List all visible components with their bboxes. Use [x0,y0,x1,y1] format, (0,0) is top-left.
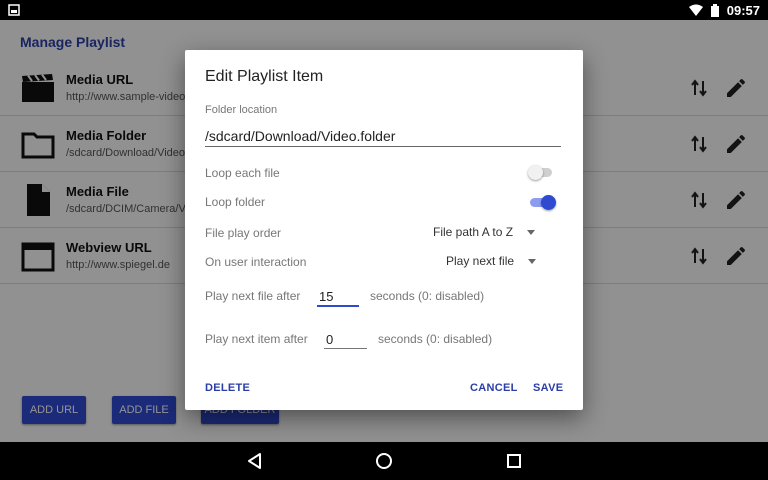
next-file-after-input[interactable] [317,287,359,307]
file-play-order-value: File path A to Z [433,225,514,239]
user-interaction-dropdown[interactable]: Play next file [446,254,537,268]
home-icon[interactable] [374,451,394,471]
delete-button[interactable]: DELETE [205,382,250,394]
wifi-icon [688,4,703,16]
next-item-after-label: Play next item after [205,332,308,346]
next-file-after-label: Play next file after [205,289,301,303]
clock: 09:57 [726,2,760,18]
recents-icon[interactable] [504,451,524,471]
file-play-order-label: File play order [205,226,282,240]
loop-each-file-toggle[interactable] [528,164,556,180]
folder-location-label: Folder location [205,104,278,116]
navigation-bar [0,442,768,480]
next-item-after-hint: seconds (0: disabled) [378,332,493,346]
loop-folder-label: Loop folder [205,195,266,209]
dialog-title: Edit Playlist Item [205,68,324,85]
save-button[interactable]: SAVE [533,382,563,394]
screenshot-notification-icon [8,4,20,16]
next-item-after-input[interactable] [324,330,367,349]
user-interaction-value: Play next file [446,254,515,268]
back-icon[interactable] [245,451,265,471]
dropdown-arrow-icon [528,258,537,264]
loop-folder-toggle[interactable] [528,194,556,210]
battery-icon [710,3,719,17]
file-play-order-dropdown[interactable]: File path A to Z [433,225,536,239]
cancel-button[interactable]: CANCEL [470,382,518,394]
user-interaction-label: On user interaction [205,255,307,269]
status-bar: 09:57 [0,0,768,20]
dropdown-arrow-icon [527,229,536,235]
edit-playlist-item-dialog: Edit Playlist Item Folder location Loop … [185,50,583,410]
folder-location-input[interactable] [205,126,561,147]
loop-each-file-label: Loop each file [205,166,280,180]
next-file-after-hint: seconds (0: disabled) [370,289,485,303]
